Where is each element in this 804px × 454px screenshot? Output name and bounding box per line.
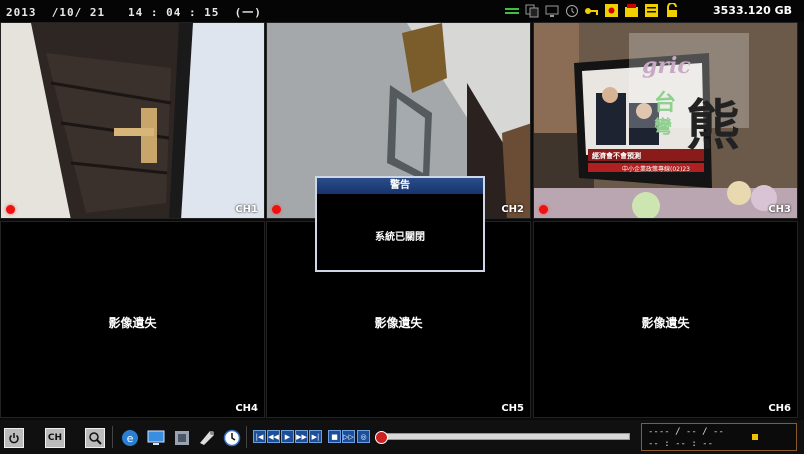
channel-6[interactable]: 影像遺失 CH6 [533,221,798,418]
channel-label: CH6 [768,403,791,414]
network-button[interactable]: e [120,428,140,448]
datetime-display: 2013 /10/ 21 14 : 04 : 15 (一) [6,6,262,19]
display-button[interactable] [146,428,166,448]
channel-label: CH3 [768,204,791,215]
skip-back-icon: |◀ [255,432,264,441]
rewind-icon: ◀◀ [268,432,279,441]
marker-icon [752,434,758,440]
speed-button[interactable]: ◎ [357,430,370,443]
stop-icon: ■ [331,432,338,441]
schedule-icon [644,3,659,18]
channel-4[interactable]: 影像遺失 CH4 [0,221,265,418]
playback-time: -- : -- : -- [648,439,714,449]
timeline-handle[interactable] [375,431,388,444]
warning-dialog: 警告 系統已關閉 [315,176,485,272]
tools-icon [200,431,214,445]
channel-label: CH1 [235,204,258,215]
watermark-brand: gric [642,53,691,79]
tools-button[interactable] [197,428,217,448]
last-button[interactable]: ▶| [309,430,322,443]
tv-caption: 經濟會不會預測 [592,152,641,160]
record-icon [624,3,639,18]
bottom-toolbar: CH e |◀ ◀◀ ▶ ▶▶ ▶| ■ ▷▷ ◎ ---- / -- / --… [0,420,804,454]
monitor-icon [147,430,165,445]
speed-icon: ◎ [360,432,367,441]
channel-1[interactable]: CH1 [0,22,265,219]
playback-date: ---- / -- / -- [648,427,724,437]
next-frame-button[interactable]: ▷▷ [342,430,355,443]
watermark-char: 熊 [686,94,740,157]
search-button[interactable] [85,428,105,448]
watermark: gric 台 彎 熊 [632,53,750,157]
fast-forward-icon: ▶▶ [296,432,307,441]
recording-indicator [272,205,281,214]
video-lost-text: 影像遺失 [641,316,690,330]
play-button[interactable]: ▶ [281,430,294,443]
network-icon [504,3,519,18]
stop-button[interactable]: ■ [328,430,341,443]
video-lost-text: 影像遺失 [374,316,423,330]
channel-label: CH2 [501,204,524,215]
power-icon [9,433,19,444]
skip-forward-icon: ▶| [311,432,320,441]
disk-free: 3533.120 GB [713,4,792,17]
tv-ticker: 中小企業政策專線(02)23 [622,166,690,173]
dialog-message: 系統已關閉 [375,232,425,243]
display-icon [544,3,559,18]
search-icon [89,432,102,445]
channel-select-button[interactable]: CH [45,428,65,448]
status-bar: 2013 /10/ 21 14 : 04 : 15 (一) 3533.120 G… [0,0,804,22]
channel-3[interactable]: 經濟會不會預測 中小企業政策專線(02)23 gric 台 彎 熊 CH3 [533,22,798,219]
playback-timeline[interactable] [375,431,630,444]
svg-text:e: e [127,432,134,445]
copy-icon [524,3,539,18]
fast-forward-button[interactable]: ▶▶ [295,430,308,443]
playback-list-button[interactable] [172,428,192,448]
clock-icon [564,3,579,18]
recording-indicator [6,205,15,214]
playback-time-box: ---- / -- / -- -- : -- : -- [641,423,797,451]
time-button[interactable] [222,428,242,448]
rewind-button[interactable]: ◀◀ [267,430,280,443]
recording-indicator [539,205,548,214]
play-icon: ▶ [284,432,291,441]
key-icon [584,3,599,18]
film-icon [175,431,189,445]
first-button[interactable]: |◀ [253,430,266,443]
ie-icon: e [122,430,138,446]
channel-label: CH4 [235,403,258,414]
lock-icon [664,3,679,18]
status-icons [504,3,679,18]
toolbar-divider [112,426,113,448]
alarm-icon [604,3,619,18]
toolbar-divider [246,426,247,448]
next-frame-icon: ▷▷ [343,432,354,441]
power-button[interactable] [4,428,24,448]
dialog-title: 警告 [317,178,483,194]
channel-label: CH5 [501,403,524,414]
video-lost-text: 影像遺失 [108,316,157,330]
clock-icon [223,429,241,447]
watermark-line3: 彎 [654,117,672,138]
ch1-feed-image [1,23,264,218]
